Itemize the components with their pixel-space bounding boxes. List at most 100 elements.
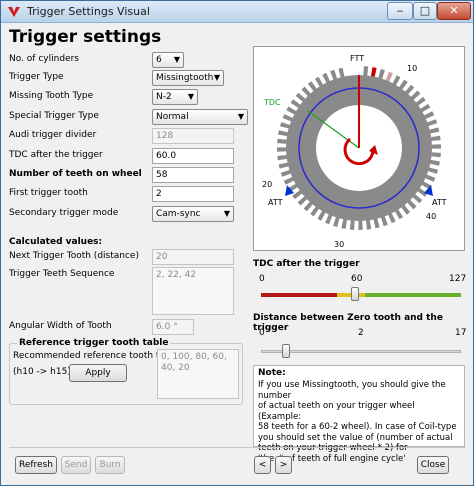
close-button[interactable]: Close [417, 456, 449, 474]
audi-divider-label: Audi trigger divider [9, 130, 97, 140]
note-body: If you use Missingtooth, you should give… [258, 380, 460, 464]
secondary-mode-label: Secondary trigger mode [9, 208, 119, 218]
send-button[interactable]: Send [61, 456, 91, 474]
wheel-tooth [277, 138, 288, 144]
angular-width-field: 6.0 ° [152, 319, 194, 335]
refresh-button[interactable]: Refresh [15, 456, 57, 474]
secondary-mode-value: Cam-sync [156, 209, 201, 219]
special-trigger-type-value: Normal [156, 112, 189, 122]
trigger-type-value: Missingtooth [156, 73, 214, 83]
tdc-label: TDC [263, 98, 281, 107]
cylinders-select[interactable]: 6 ▼ [152, 52, 184, 68]
maximize-button[interactable]: □ [413, 2, 437, 20]
chevron-down-icon: ▼ [223, 209, 230, 218]
note-line: If you use Missingtooth, you should give… [258, 380, 446, 401]
trigger-settings-window: Trigger Settings Visual ‒ □ ✕ Trigger se… [0, 0, 474, 486]
recommended-label: Recommended reference tooth table [13, 351, 179, 361]
zero-slider-track[interactable] [261, 344, 461, 358]
special-trigger-type-select[interactable]: Normal ▼ [152, 109, 248, 125]
range-label: (h10 -> h15) [13, 367, 71, 377]
minimize-button[interactable]: ‒ [387, 2, 413, 20]
missing-tooth-type-value: N-2 [156, 92, 172, 102]
wheel-number-10: 10 [407, 64, 417, 73]
page-title: Trigger settings [9, 27, 162, 47]
wheel-number-40: 40 [426, 212, 436, 221]
reference-group-title: Reference trigger tooth table [17, 338, 171, 348]
att-left-label: ATT [268, 198, 283, 207]
wheel-tooth [277, 155, 288, 161]
next-tooth-label: Next Trigger Tooth (distance) [9, 251, 139, 261]
calculated-heading: Calculated values: [9, 237, 103, 247]
trigger-wheel-panel: FTT TDC ATT ATT 10 20 30 40 [253, 46, 465, 251]
chevron-down-icon: ▼ [187, 92, 194, 101]
note-line: you should set the value of (number of a… [258, 432, 453, 443]
note-box: Note: If you use Missingtooth, you shoul… [253, 365, 465, 464]
zero-slider-mid: 2 [358, 328, 364, 338]
wheel-tooth [341, 218, 348, 229]
chevron-down-icon: ▼ [237, 112, 244, 121]
sequence-label: Trigger Teeth Sequence [9, 269, 115, 279]
zero-slider-max: 17 [455, 328, 467, 338]
footer-separator [9, 447, 465, 448]
prev-button[interactable]: < [254, 456, 271, 474]
reference-values-area: 0, 100, 80, 60, 40, 20 [157, 349, 239, 399]
tdc-slider-max: 127 [449, 274, 467, 284]
num-teeth-field[interactable]: 58 [152, 167, 234, 183]
note-line: 58 teeth for a 60-2 wheel). In case of C… [258, 422, 457, 432]
wheel-tooth [430, 144, 441, 149]
tdc-slider-min: 0 [259, 274, 265, 284]
wheel-tooth [370, 67, 377, 78]
secondary-mode-select[interactable]: Cam-sync ▼ [152, 206, 234, 222]
ftt-label: FTT [350, 54, 364, 63]
burn-button[interactable]: Burn [95, 456, 125, 474]
tdc-after-field[interactable]: 60.0 [152, 148, 234, 164]
chevron-down-icon: ▼ [173, 55, 180, 64]
next-tooth-field: 20 [152, 249, 234, 265]
cylinders-label: No. of cylinders [9, 54, 79, 64]
missing-tooth-type-label: Missing Tooth Type [9, 91, 94, 101]
wheel-tooth [349, 219, 355, 230]
note-line: of actual teeth on your trigger wheel (E… [258, 401, 415, 422]
wheel-tooth [358, 219, 363, 230]
tdc-track-green [365, 293, 461, 297]
wheel-tooth [363, 66, 369, 77]
tdc-after-label: TDC after the trigger [9, 150, 103, 160]
trigger-wheel-graphic: FTT TDC ATT ATT 10 20 30 40 [262, 54, 447, 249]
wheel-tooth [278, 130, 289, 137]
chevron-down-icon: ▼ [213, 73, 220, 82]
wheel-tooth [366, 219, 372, 230]
wheel-tooth [277, 147, 288, 152]
tdc-slider-thumb[interactable] [351, 287, 360, 301]
first-tooth-label: First trigger tooth [9, 188, 88, 198]
wheel-tooth [430, 152, 441, 158]
zero-slider-thumb[interactable] [281, 344, 290, 358]
sequence-area: 2, 22, 42 [152, 267, 234, 315]
app-logo-icon [8, 7, 20, 17]
audi-divider-field: 128 [152, 128, 234, 144]
apply-button[interactable]: Apply [69, 364, 127, 382]
note-line: teeth on your trigger wheel * 2) for [258, 443, 408, 453]
note-title: Note: [258, 368, 286, 378]
tdc-track-red [261, 293, 337, 297]
angular-width-label: Angular Width of Tooth [9, 321, 112, 331]
zero-slider-min: 0 [259, 328, 265, 338]
trigger-type-select[interactable]: Missingtooth ▼ [152, 70, 224, 86]
tdc-slider-title: TDC after the trigger [253, 259, 360, 269]
window-title: Trigger Settings Visual [27, 5, 150, 18]
close-window-button[interactable]: ✕ [437, 2, 471, 20]
wheel-tooth [429, 159, 440, 166]
wheel-number-30: 30 [334, 240, 344, 249]
title-bar[interactable]: Trigger Settings Visual ‒ □ ✕ [1, 1, 473, 23]
tdc-slider-mid: 60 [351, 274, 363, 284]
first-tooth-field[interactable]: 2 [152, 186, 234, 202]
wheel-tooth [430, 135, 441, 141]
att-right-label: ATT [432, 198, 447, 207]
trigger-type-label: Trigger Type [9, 72, 64, 82]
next-button[interactable]: > [275, 456, 292, 474]
missing-tooth-type-select[interactable]: N-2 ▼ [152, 89, 198, 105]
cylinders-value: 6 [156, 55, 162, 65]
wheel-number-20: 20 [262, 180, 272, 189]
tdc-slider-track[interactable] [261, 287, 461, 301]
num-teeth-label: Number of teeth on wheel [9, 169, 142, 179]
special-trigger-type-label: Special Trigger Type [9, 111, 99, 121]
